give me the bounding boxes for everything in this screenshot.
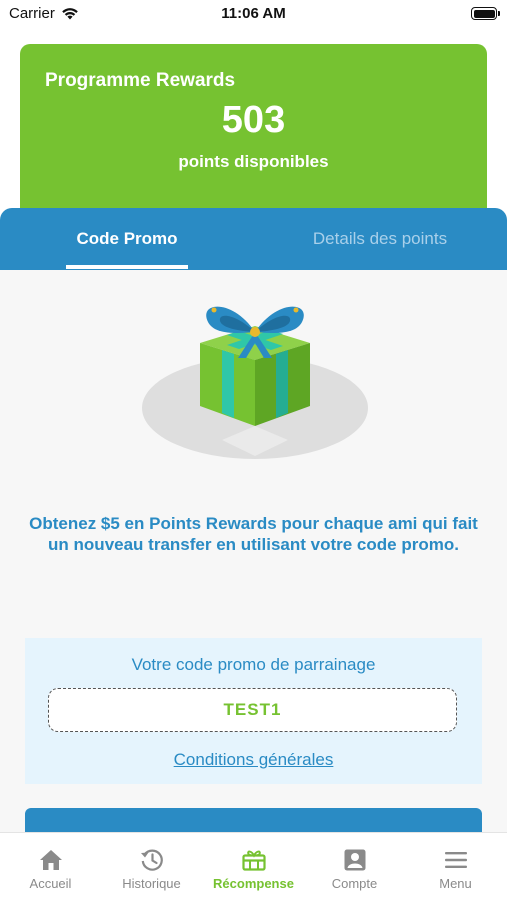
bottom-navigation: Accueil Historique Récompense Compte Men… bbox=[0, 832, 507, 901]
tab-bar: Code Promo Details des points bbox=[0, 208, 507, 270]
nav-item-recompense[interactable]: Récompense bbox=[203, 833, 304, 901]
rewards-panel: Code Promo Details des points Obtenez $5… bbox=[0, 208, 507, 832]
rewards-points-value: 503 bbox=[221, 99, 286, 141]
promo-description: Obtenez $5 en Points Rewards pour chaque… bbox=[29, 514, 478, 554]
status-time: 11:06 AM bbox=[221, 5, 286, 22]
menu-icon bbox=[445, 852, 467, 868]
nav-label-historique: Historique bbox=[122, 876, 181, 891]
rewards-summary-card: Programme Rewards 503 points disponibles bbox=[20, 44, 487, 224]
nav-item-compte[interactable]: Compte bbox=[304, 833, 405, 901]
nav-label-accueil: Accueil bbox=[29, 876, 72, 891]
promo-code-field[interactable]: TEST1 bbox=[48, 688, 457, 732]
account-icon bbox=[344, 849, 366, 871]
nav-item-accueil[interactable]: Accueil bbox=[0, 833, 101, 901]
rewards-title: Programme Rewards bbox=[45, 70, 236, 91]
home-icon bbox=[40, 850, 62, 870]
referral-code-label: Votre code promo de parrainage bbox=[131, 655, 376, 674]
active-tab-indicator bbox=[66, 265, 188, 269]
tab-code-promo[interactable]: Code Promo bbox=[66, 208, 188, 270]
terms-conditions-link[interactable]: Conditions générales bbox=[25, 750, 482, 770]
status-bar: Carrier 11:06 AM bbox=[0, 0, 507, 30]
nav-label-compte: Compte bbox=[331, 876, 378, 891]
rewards-points-label: points disponibles bbox=[178, 152, 329, 171]
share-button[interactable] bbox=[25, 808, 482, 832]
nav-label-menu: Menu bbox=[439, 876, 472, 891]
gift-illustration bbox=[142, 306, 368, 459]
nav-item-menu[interactable]: Menu bbox=[405, 833, 506, 901]
history-icon bbox=[141, 849, 163, 871]
gift-icon bbox=[242, 850, 266, 871]
battery-icon bbox=[471, 7, 500, 20]
referral-code-box: Votre code promo de parrainage TEST1 Con… bbox=[25, 638, 482, 784]
nav-label-recompense: Récompense bbox=[213, 876, 294, 891]
nav-item-historique[interactable]: Historique bbox=[101, 833, 202, 901]
tab-details-points[interactable]: Details des points bbox=[290, 208, 470, 270]
